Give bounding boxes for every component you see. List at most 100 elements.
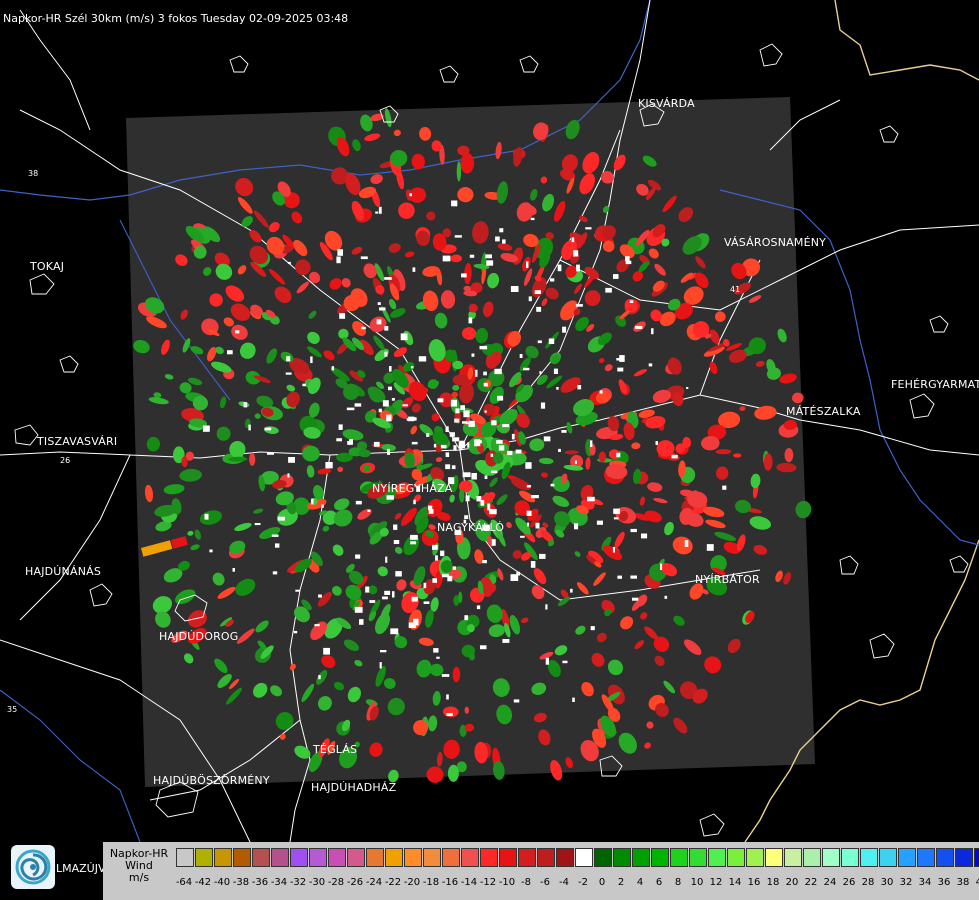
radar-echo xyxy=(545,657,549,665)
radar-echo xyxy=(389,366,392,372)
radar-echo xyxy=(476,496,482,502)
radar-echo xyxy=(613,517,619,520)
legend-ticks: -64 -42 -40 -38 -36 -34 -32 -30 -28 -26 -24 -22 -20-… xyxy=(176,877,979,889)
legend-swatch xyxy=(974,848,979,867)
radar-echo xyxy=(558,448,561,452)
legend-tick-label: 32 xyxy=(899,877,913,888)
legend-tick-label: 16 xyxy=(747,877,761,888)
radar-echo xyxy=(458,591,463,604)
radar-echo xyxy=(254,523,261,526)
radar-echo xyxy=(490,453,494,457)
radar-echo xyxy=(360,256,368,260)
radar-echo xyxy=(373,441,380,447)
radar-echo xyxy=(531,495,539,499)
legend-tick-label: -2 xyxy=(578,877,588,888)
radar-echo xyxy=(346,407,355,411)
radar-echo xyxy=(476,605,481,610)
legend-tick-label: 14 xyxy=(728,877,742,888)
road-number-35: 35 xyxy=(7,705,17,714)
radar-echo xyxy=(378,408,382,413)
radar-echo xyxy=(418,356,427,362)
radar-echo xyxy=(288,457,295,463)
radar-echo xyxy=(463,410,470,418)
radar-echo xyxy=(432,578,437,583)
radar-echo xyxy=(572,697,575,702)
radar-echo xyxy=(441,674,450,677)
radar-echo xyxy=(617,367,624,372)
legend-tick-label: 22 xyxy=(804,877,818,888)
radar-echo xyxy=(562,660,568,664)
legend-tick-label: -42 xyxy=(194,877,212,888)
city-label-hajduboszormeny: HAJDÚBÖSZÖRMÉNY xyxy=(153,774,270,787)
radar-echo xyxy=(293,630,298,634)
radar-echo xyxy=(377,302,381,305)
radar-echo xyxy=(361,326,366,330)
radar-echo xyxy=(243,402,248,408)
radar-echo xyxy=(376,319,382,325)
radar-echo xyxy=(491,470,498,474)
radar-echo xyxy=(510,286,519,292)
legend-title-line: m/s xyxy=(128,871,150,884)
radar-echo xyxy=(535,522,540,529)
radar-echo xyxy=(277,516,285,521)
radar-echo xyxy=(722,485,727,490)
legend-tick-label: -8 xyxy=(521,877,531,888)
legend-tick-label: -6 xyxy=(540,877,550,888)
radar-echo xyxy=(613,508,620,514)
radar-echo xyxy=(302,383,306,387)
legend-swatch xyxy=(917,848,935,867)
radar-echo xyxy=(449,432,455,437)
radar-echo xyxy=(433,443,437,448)
radar-echo xyxy=(497,395,504,401)
legend-swatch xyxy=(442,848,460,867)
radar-echo xyxy=(660,563,663,570)
radar-echo xyxy=(534,290,541,294)
legend-swatch xyxy=(385,848,403,867)
radar-echo xyxy=(496,440,503,444)
legend-swatch xyxy=(309,848,327,867)
legend-swatch xyxy=(746,848,764,867)
river xyxy=(0,689,141,843)
radar-echo xyxy=(455,408,460,414)
road-number-41: 41 xyxy=(730,285,740,294)
radar-echo xyxy=(445,464,451,470)
radar-echo xyxy=(337,249,343,256)
legend-swatch xyxy=(176,848,194,867)
legend-swatch xyxy=(195,848,213,867)
radar-echo xyxy=(523,367,530,371)
radar-echo xyxy=(502,424,510,428)
radar-echo xyxy=(545,604,548,610)
city-label-tokaj: TOKAJ xyxy=(30,260,65,273)
radar-echo xyxy=(311,498,314,505)
color-legend: Napkor-HR Wind m/s -64 -42 -40 -38 -36 -34 -32… xyxy=(103,842,979,900)
legend-swatches xyxy=(176,848,979,869)
radar-echo xyxy=(446,694,449,700)
radar-echo xyxy=(325,462,333,469)
radar-echo xyxy=(465,421,471,425)
radar-echo xyxy=(382,400,389,407)
radar-echo xyxy=(432,544,438,550)
radar-echo xyxy=(464,515,469,519)
radar-echo xyxy=(445,452,450,457)
radar-echo xyxy=(450,399,457,407)
radar-echo xyxy=(411,596,418,602)
radar-echo xyxy=(543,436,551,442)
radar-echo xyxy=(539,553,546,559)
legend-tick-label: 24 xyxy=(823,877,837,888)
radar-echo xyxy=(453,445,457,451)
city-label-vasarosnameny: VÁSÁROSNAMÉNY xyxy=(724,236,827,249)
legend-swatch xyxy=(670,848,688,867)
radar-echo xyxy=(445,426,449,432)
radar-echo xyxy=(423,601,430,604)
legend-swatch xyxy=(480,848,498,867)
radar-echo xyxy=(494,368,502,375)
radar-echo xyxy=(499,228,504,233)
radar-echo xyxy=(267,452,274,455)
legend-tick-label: -22 xyxy=(384,877,402,888)
legend-tick-label: -26 xyxy=(346,877,364,888)
legend-tick-label: -12 xyxy=(479,877,497,888)
radar-echo xyxy=(413,618,419,626)
radar-echo xyxy=(456,161,462,182)
city-label-fehergyarmat: FEHÉRGYARMAT xyxy=(891,378,979,391)
radar-echo xyxy=(596,520,603,525)
